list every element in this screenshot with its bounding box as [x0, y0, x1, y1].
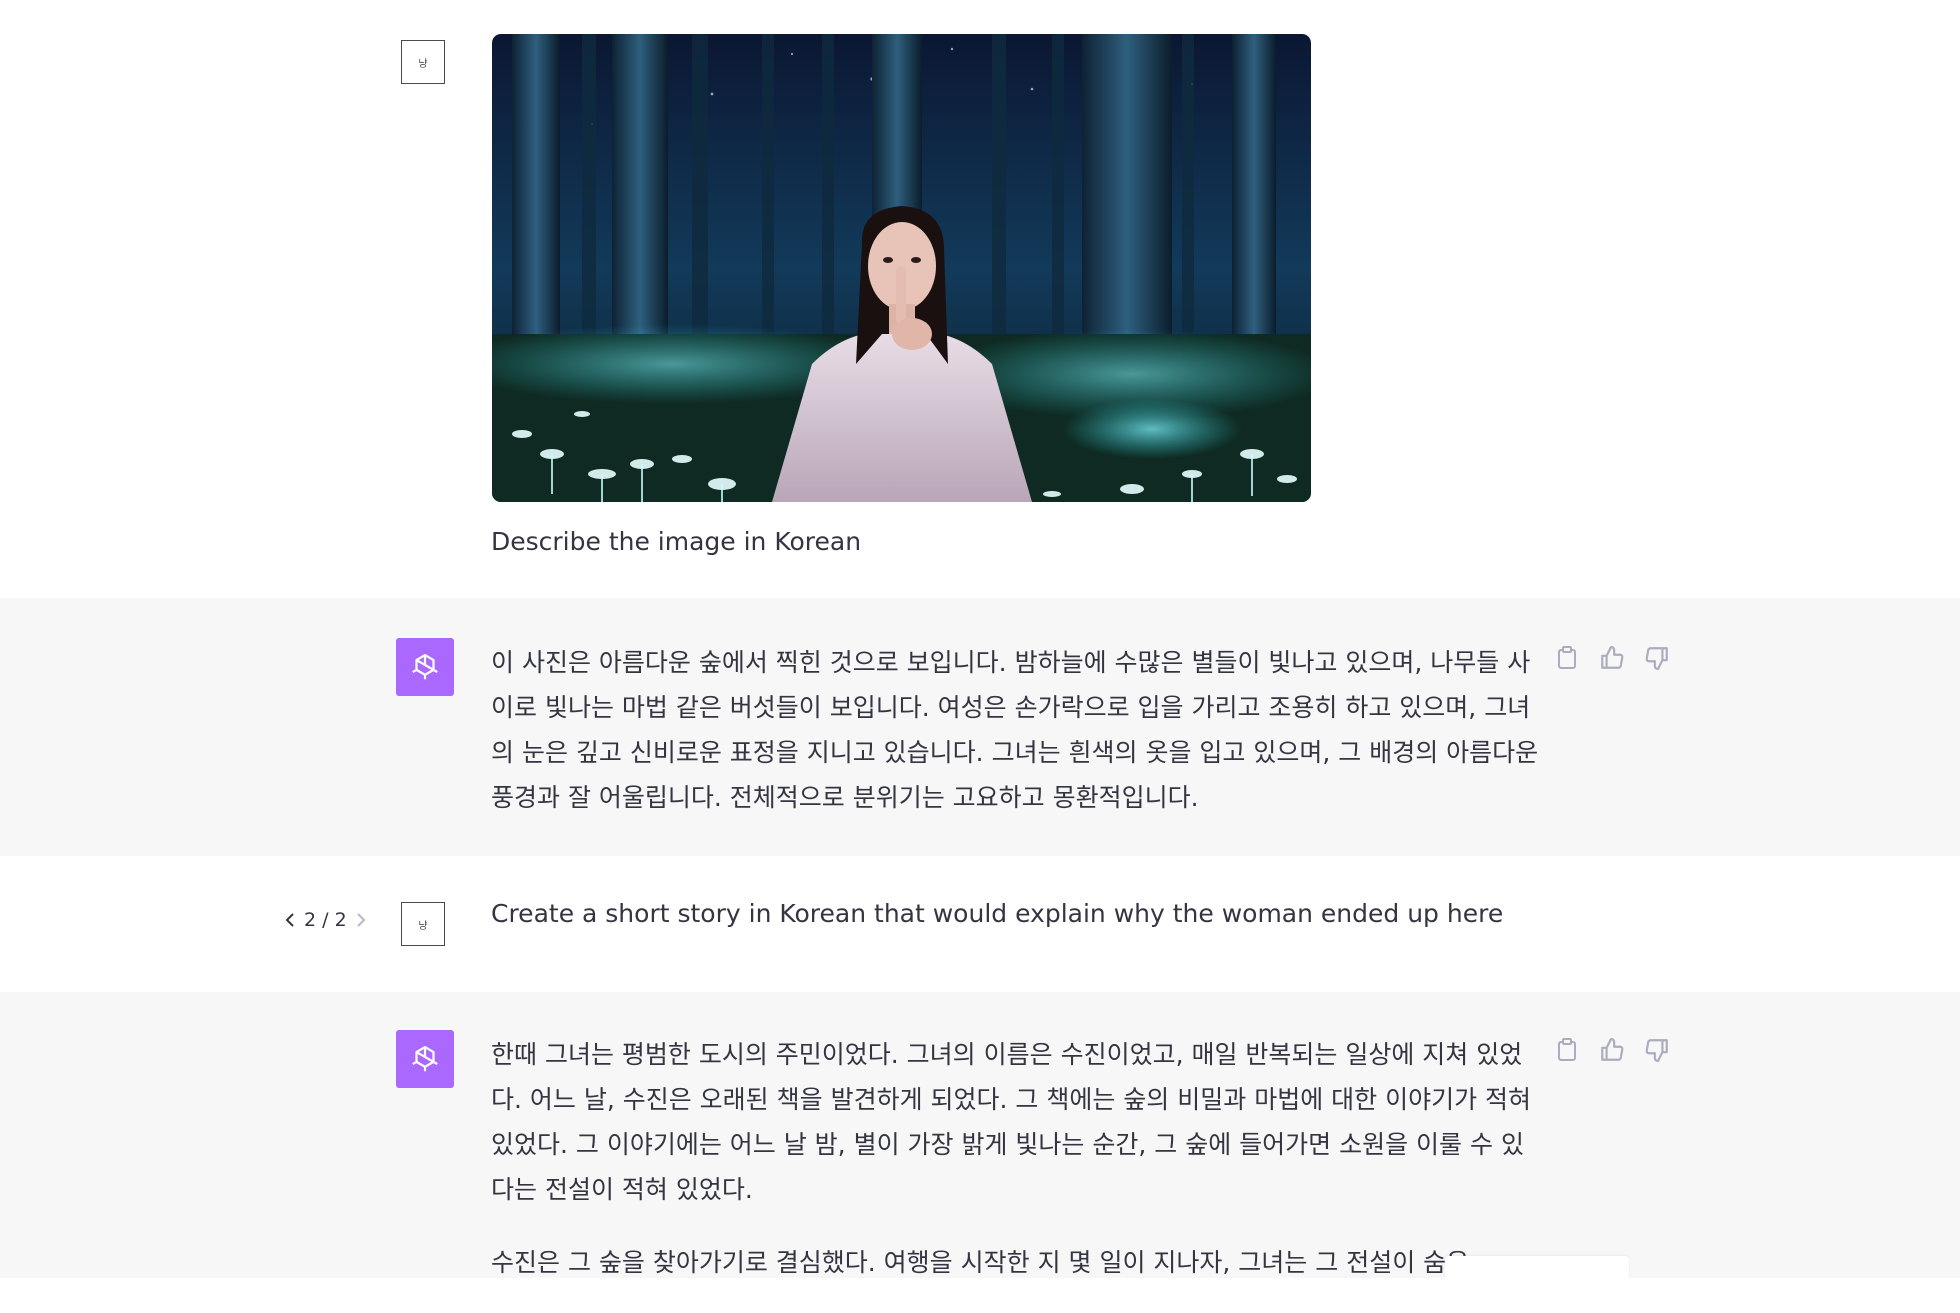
user-message-text: Create a short story in Korean that woul…: [491, 899, 1504, 928]
clipboard-icon: [1558, 646, 1576, 669]
chevron-right-icon: [356, 913, 366, 927]
assistant-avatar: [396, 1030, 454, 1088]
assistant-message-text: 이 사진은 아름다운 숲에서 찍힌 것으로 보입니다. 밤하늘에 수많은 별들이…: [491, 640, 1541, 820]
clipboard-icon: [1558, 1038, 1576, 1061]
message-actions: [1553, 644, 1671, 672]
assistant-message-row: 한때 그녀는 평범한 도시의 주민이었다. 그녀의 이름은 수진이었고, 매일 …: [0, 992, 1960, 1278]
message-actions: [1553, 1036, 1671, 1064]
assistant-paragraph: 이 사진은 아름다운 숲에서 찍힌 것으로 보입니다. 밤하늘에 수많은 별들이…: [491, 648, 1539, 812]
scroll-overlay: [1445, 1256, 1629, 1278]
assistant-message-row: 이 사진은 아름다운 숲에서 찍힌 것으로 보입니다. 밤하늘에 수많은 별들이…: [0, 598, 1960, 857]
user-avatar-text: 냥: [418, 58, 428, 70]
assistant-avatar: [396, 638, 454, 696]
previous-version-button[interactable]: [284, 912, 296, 928]
like-button[interactable]: [1598, 1036, 1626, 1064]
assistant-paragraph: 한때 그녀는 평범한 도시의 주민이었다. 그녀의 이름은 수진이었고, 매일 …: [491, 1040, 1532, 1204]
dislike-button[interactable]: [1643, 644, 1671, 672]
copy-button[interactable]: [1553, 1036, 1581, 1064]
user-message-text: Describe the image in Korean: [491, 527, 862, 556]
uploaded-image[interactable]: [492, 34, 1311, 502]
openai-logo-icon: [412, 1045, 438, 1072]
response-pager: 2 / 2: [284, 904, 367, 936]
user-avatar: 냥: [401, 902, 445, 946]
openai-logo-icon: [412, 653, 438, 680]
user-message-row: 냥 Describe the image in Korean: [0, 0, 1960, 599]
user-avatar-text: 냥: [418, 920, 428, 932]
assistant-paragraph: 수진은 그 숲을 찾아가기로 결심했다. 여행을 시작한 지 몇 일이 지나자,…: [491, 1248, 1470, 1277]
user-avatar: 냥: [401, 40, 445, 84]
copy-button[interactable]: [1553, 644, 1581, 672]
thumbs-up-icon: [1601, 646, 1624, 669]
thumbs-up-icon: [1601, 1038, 1624, 1061]
next-version-button[interactable]: [355, 912, 367, 928]
thumbs-down-icon: [1645, 647, 1668, 670]
dislike-button[interactable]: [1643, 1036, 1671, 1064]
assistant-message-text: 한때 그녀는 평범한 도시의 주민이었다. 그녀의 이름은 수진이었고, 매일 …: [491, 1032, 1541, 1313]
pager-label: 2 / 2: [304, 909, 347, 931]
thumbs-down-icon: [1645, 1039, 1668, 1062]
chevron-left-icon: [285, 913, 294, 927]
like-button[interactable]: [1598, 644, 1626, 672]
